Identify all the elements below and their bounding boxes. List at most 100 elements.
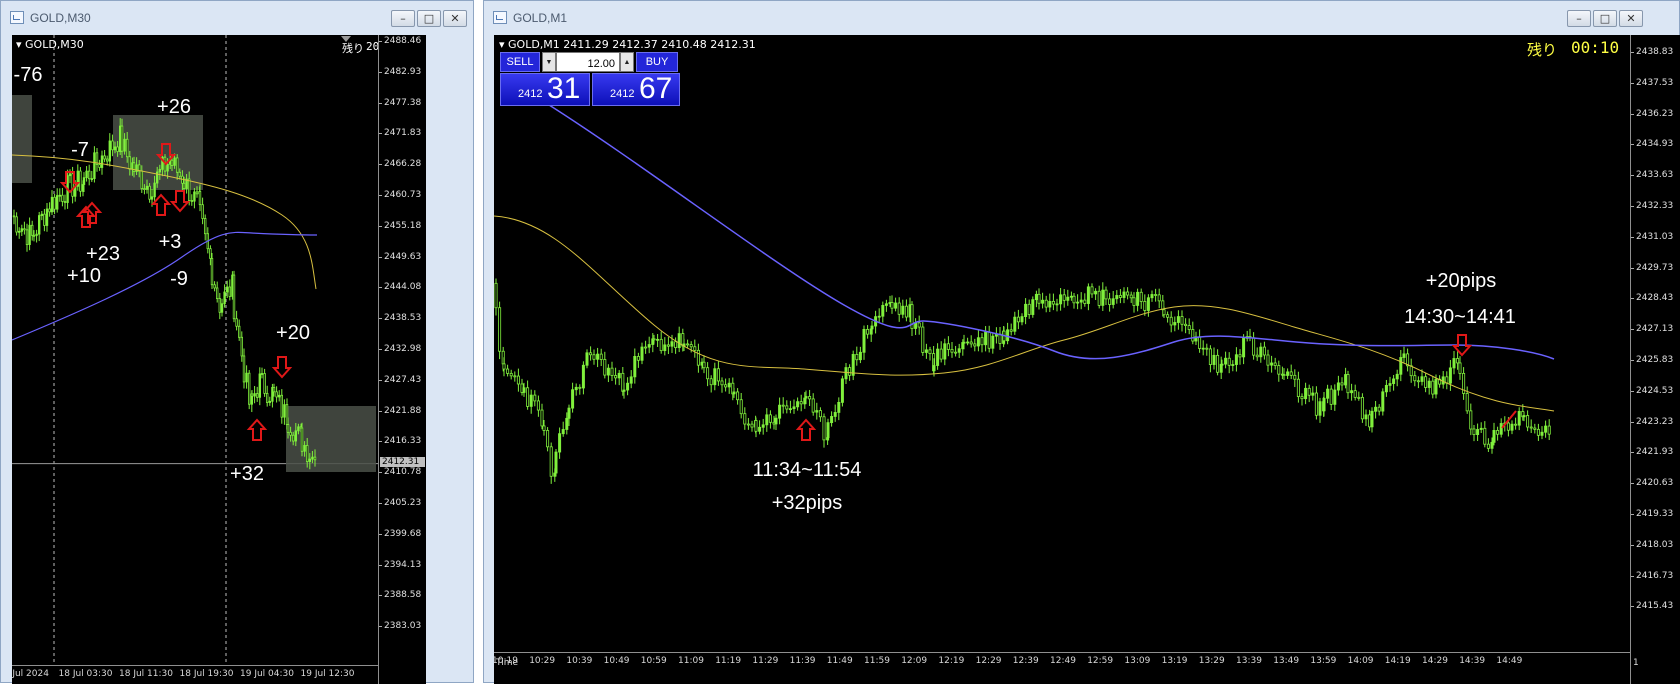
candle-m1-body — [962, 341, 966, 344]
one-click-trade-panel: SELL ▼ ▲ BUY 2412 31 2412 67 — [500, 52, 690, 114]
price-tick: 2421.93 — [1630, 447, 1674, 458]
chart-area-m1[interactable]: ▾ GOLD,M1 2411.29 2412.37 2410.48 2412.3… — [494, 35, 1680, 684]
price-tick: 2488.46 — [378, 36, 422, 46]
buy-arrow-icon — [795, 418, 817, 441]
time-tick: 13:59 — [1310, 656, 1337, 666]
candle-m1-body — [610, 367, 614, 376]
candle-m1-body — [522, 387, 526, 393]
candle-m1-body — [1529, 426, 1533, 429]
candle-m1-body — [1441, 376, 1445, 385]
buy-button[interactable]: BUY — [636, 52, 678, 72]
maximize-button[interactable]: □ — [1593, 10, 1617, 27]
annotation-entry1-time: 11:34~11:54 — [752, 459, 862, 481]
time-tick: 19 Jul 04:30 — [240, 669, 294, 679]
candle-m1-body — [1289, 371, 1293, 376]
close-button[interactable]: ✕ — [443, 10, 467, 27]
time-tick: 12:09 — [901, 656, 928, 666]
candle-m1-body — [768, 414, 772, 423]
candle-m1-body — [647, 344, 651, 348]
price-axis-m30: 2488.46 2482.93 2477.38 2471.83 2466.28 2460.… — [378, 35, 426, 684]
time-tick: 18 Jul 03:30 — [58, 669, 113, 679]
ask-price-box[interactable]: 2412 67 — [592, 72, 680, 106]
candle-m1-body — [924, 349, 928, 353]
price-tick: 2427.13 — [1630, 324, 1674, 335]
candle-m1-body — [1166, 314, 1170, 318]
candle-m1-body — [936, 348, 940, 366]
candle-m1-body — [1458, 362, 1462, 374]
candle-m1-body — [984, 331, 988, 346]
price-tick: 2428.43 — [1630, 293, 1674, 304]
candle-m1-body — [1136, 291, 1140, 306]
lot-decrease-button[interactable]: ▼ — [542, 52, 556, 72]
lot-increase-button[interactable]: ▲ — [620, 52, 634, 72]
candle-m30-body — [28, 224, 31, 245]
candle-m1-body — [536, 400, 540, 411]
candle-m30-body — [175, 157, 179, 173]
candle-m1-body — [1344, 374, 1348, 386]
candle-m1-body — [1496, 430, 1500, 435]
candle-m30-body — [210, 258, 214, 286]
candle-m30-body — [30, 224, 34, 236]
close-icon: ✕ — [450, 12, 460, 25]
time-tick: 12:59 — [1087, 656, 1114, 666]
candle-m30-body — [209, 248, 212, 259]
candle-m1-body — [788, 408, 792, 411]
candle-m30-body — [242, 355, 246, 383]
sell-button[interactable]: SELL — [500, 52, 540, 72]
candle-m1-body — [796, 401, 800, 408]
candle-m1-body — [677, 333, 681, 349]
candle-m30-body — [40, 213, 44, 216]
annotation-entry2-time: 14:30~14:41 — [1404, 306, 1516, 328]
candle-m1-body — [640, 346, 644, 361]
price-tick: 2471.83 — [378, 128, 422, 139]
candle-m1-body — [1381, 391, 1385, 412]
candle-m30-body — [111, 140, 114, 151]
candle-m30-body — [255, 393, 259, 398]
candle-m1-body — [663, 344, 667, 352]
maximize-button[interactable]: □ — [417, 10, 441, 27]
candle-m30-body — [182, 182, 186, 189]
price-tick: 2420.63 — [1630, 478, 1674, 489]
price-tick: 2438.83 — [1630, 47, 1674, 57]
candle-m1-body — [540, 409, 544, 427]
candle-m30-body — [126, 138, 129, 158]
candle-m1-body — [1300, 396, 1304, 400]
candle-m1-body — [1069, 295, 1073, 298]
price-tick: 2436.23 — [1630, 108, 1674, 119]
candle-m30-body — [123, 138, 126, 152]
candle-m1-body — [529, 394, 533, 407]
candle-m1-body — [1311, 392, 1315, 396]
candle-m30-body — [195, 191, 199, 195]
lot-size-input[interactable] — [556, 52, 620, 72]
candle-m30-body — [98, 164, 101, 168]
price-tick: 2416.33 — [378, 436, 422, 447]
current-price-label: 2412.31 — [380, 457, 425, 467]
candle-m1-body — [946, 343, 950, 350]
candle-m1-body — [666, 344, 670, 347]
candle-m1-body — [1364, 414, 1368, 420]
chart-area-m30[interactable]: ▾ GOLD,M30 残り 20:10 -76 +26 -7 +23 +3 +1… — [12, 35, 426, 684]
candle-m1-body — [830, 416, 834, 424]
title-bar-m1[interactable]: GOLD,M1 – □ ✕ — [484, 1, 1679, 34]
minimize-button[interactable]: – — [1567, 10, 1591, 27]
minimize-button[interactable]: – — [391, 10, 415, 27]
close-button[interactable]: ✕ — [1619, 10, 1643, 27]
candle-m30-body — [53, 196, 56, 210]
candle-m30-body — [103, 155, 106, 160]
candle-m1-body — [1399, 357, 1403, 375]
candle-m1-body — [732, 391, 736, 395]
time-tick: 11:39 — [789, 656, 816, 666]
candle-m1-body — [950, 349, 954, 353]
candle-m30-body — [88, 170, 91, 180]
buy-arrow-icon — [150, 193, 172, 216]
time-tick: 11:29 — [752, 656, 779, 666]
candle-m30-body — [245, 372, 248, 383]
candle-m1-body — [976, 337, 980, 347]
candle-m1-body — [1086, 286, 1090, 304]
bid-price-box[interactable]: 2412 31 — [500, 72, 590, 106]
title-bar-m30[interactable]: GOLD,M30 – □ ✕ — [1, 1, 473, 34]
candle-m1-body — [1448, 367, 1452, 384]
candle-m1-body — [917, 322, 921, 328]
candle-m30-body — [32, 234, 36, 237]
candle-m30-body — [228, 286, 232, 297]
